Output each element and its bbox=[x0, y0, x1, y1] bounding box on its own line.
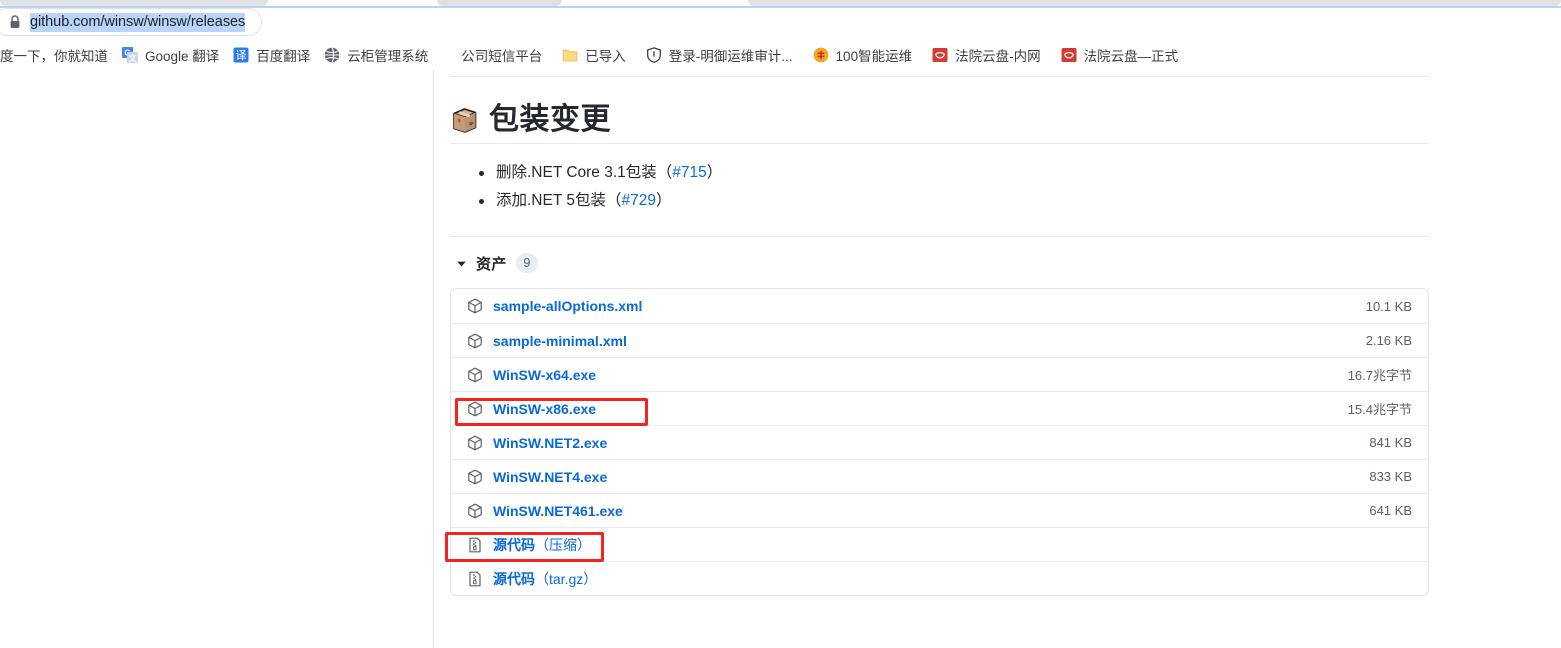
assets-section-header[interactable]: 资产 9 bbox=[456, 252, 538, 274]
file-zip-icon bbox=[469, 537, 481, 552]
change-suffix: ） bbox=[655, 192, 672, 209]
issue-link[interactable]: #715 bbox=[672, 164, 706, 181]
change-text: 添加.NET 5包装（ bbox=[496, 192, 622, 209]
page-title: 包装变更 bbox=[450, 100, 611, 140]
baidu-translate-icon: 译 bbox=[233, 47, 249, 63]
change-text: 删除.NET Core 3.1包装（ bbox=[496, 164, 673, 181]
page-title-text: 包装变更 bbox=[489, 103, 611, 136]
bookmark-folder-imported[interactable]: 已导入 bbox=[555, 43, 633, 67]
address-bar[interactable]: github.com/winsw/winsw/releases bbox=[0, 8, 262, 36]
section-divider bbox=[450, 236, 1429, 237]
asset-format-label: （tar.gz） bbox=[535, 570, 598, 587]
table-row[interactable]: WinSW.NET4.exe 833 KB bbox=[451, 459, 1428, 493]
issue-link[interactable]: #729 bbox=[621, 192, 655, 209]
lock-icon[interactable] bbox=[9, 15, 21, 29]
asset-size: 10.1 KB bbox=[1365, 298, 1412, 314]
asset-source-label: 源代码 bbox=[493, 570, 535, 587]
shield-icon bbox=[646, 47, 661, 63]
table-row[interactable]: WinSW-x64.exe 16.7兆字节 bbox=[451, 357, 1428, 391]
bookmark-court-cloud-official[interactable]: 法院云盘—正式 bbox=[1054, 43, 1186, 67]
table-row[interactable]: WinSW-x86.exe 15.4兆字节 bbox=[451, 391, 1428, 425]
asset-size: 2.16 KB bbox=[1365, 333, 1412, 348]
google-translate-icon: G 文 bbox=[122, 47, 138, 63]
package-box-icon bbox=[468, 333, 482, 348]
heading-underline bbox=[450, 143, 1429, 144]
red-square-icon bbox=[932, 48, 948, 62]
bookmark-google-translate[interactable]: G 文 Google 翻译 bbox=[115, 43, 226, 67]
asset-name-link[interactable]: 源代码（压缩） bbox=[493, 535, 1412, 555]
bookmark-100-ops[interactable]: 100智能运维 bbox=[806, 43, 920, 67]
bookmark-label: 百度翻译 bbox=[256, 49, 311, 64]
package-box-icon bbox=[468, 469, 482, 484]
orange-circle-icon bbox=[813, 47, 828, 63]
chevron-down-icon[interactable] bbox=[456, 258, 467, 269]
bookmark-label: 法院云盘—正式 bbox=[1083, 49, 1179, 64]
change-suffix: ） bbox=[706, 164, 723, 181]
asset-name-link[interactable]: sample-minimal.xml bbox=[493, 333, 1366, 349]
bookmark-label: Google 翻译 bbox=[145, 49, 220, 64]
folder-icon bbox=[563, 49, 578, 62]
svg-text:文: 文 bbox=[129, 53, 138, 63]
omnibox-row: github.com/winsw/winsw/releases bbox=[0, 8, 1561, 36]
package-box-icon bbox=[468, 367, 482, 382]
asset-name-link[interactable]: sample-allOptions.xml bbox=[493, 298, 1366, 314]
asset-name-link[interactable]: WinSW-x64.exe bbox=[493, 367, 1348, 383]
bookmark-label: 已导入 bbox=[585, 49, 626, 64]
asset-name-link[interactable]: WinSW.NET461.exe bbox=[493, 503, 1369, 519]
bookmark-label: 100智能运维 bbox=[835, 49, 913, 64]
bookmark-label: 法院云盘-内网 bbox=[955, 49, 1041, 64]
asset-name-link[interactable]: WinSW-x86.exe bbox=[493, 401, 1348, 417]
package-box-icon bbox=[468, 435, 482, 450]
table-row[interactable]: sample-allOptions.xml 10.1 KB bbox=[451, 289, 1428, 323]
asset-size: 15.4兆字节 bbox=[1347, 402, 1412, 417]
address-bar-url[interactable]: github.com/winsw/winsw/releases bbox=[30, 12, 245, 32]
content-divider bbox=[433, 70, 434, 648]
tab-strip bbox=[0, 0, 1561, 8]
asset-size: 641 KB bbox=[1369, 503, 1412, 518]
table-row[interactable]: sample-minimal.xml 2.16 KB bbox=[451, 323, 1428, 357]
asset-name-link[interactable]: 源代码（tar.gz） bbox=[493, 569, 1412, 589]
asset-format-label: （压缩） bbox=[535, 536, 591, 553]
asset-size: 841 KB bbox=[1369, 435, 1412, 450]
bookmark-label: 登录-明御运维审计... bbox=[668, 49, 793, 64]
file-zip-icon bbox=[469, 571, 481, 586]
assets-count-badge: 9 bbox=[515, 253, 538, 273]
bookmark-label: 度一下，你就知道 bbox=[0, 49, 108, 64]
bookmark-mingyu-audit[interactable]: 登录-明御运维审计... bbox=[639, 43, 800, 67]
table-row[interactable]: 源代码（tar.gz） bbox=[451, 561, 1428, 595]
asset-name-link[interactable]: WinSW.NET2.exe bbox=[493, 435, 1369, 451]
changes-list: 删除.NET Core 3.1包装（#715） 添加.NET 5包装（#729） bbox=[475, 159, 722, 215]
bookmark-baidu-translate[interactable]: 译 百度翻译 bbox=[226, 43, 317, 67]
bookmark-court-cloud-intranet[interactable]: 法院云盘-内网 bbox=[925, 43, 1048, 67]
assets-title: 资产 bbox=[476, 255, 507, 273]
table-row[interactable]: WinSW.NET2.exe 841 KB bbox=[451, 425, 1428, 459]
section-divider bbox=[450, 76, 1429, 77]
clipped-text-above-heading bbox=[450, 70, 1429, 74]
globe-icon bbox=[325, 47, 340, 63]
bookmark-sms-platform[interactable]: 公司短信平台 bbox=[454, 43, 549, 67]
list-item: 添加.NET 5包装（#729） bbox=[475, 187, 722, 215]
package-box-icon bbox=[468, 503, 482, 518]
asset-size: 833 KB bbox=[1369, 469, 1412, 484]
page-left-gutter bbox=[0, 70, 433, 648]
bookmark-label: 公司短信平台 bbox=[461, 49, 543, 64]
bookmark-yungui[interactable]: 云柜管理系统 bbox=[317, 43, 435, 67]
list-item: 删除.NET Core 3.1包装（#715） bbox=[475, 159, 722, 187]
table-row[interactable]: WinSW.NET461.exe 641 KB bbox=[451, 493, 1428, 527]
asset-name-link[interactable]: WinSW.NET4.exe bbox=[493, 469, 1369, 485]
package-box-icon bbox=[468, 401, 482, 416]
asset-source-label: 源代码 bbox=[493, 536, 535, 553]
assets-table: sample-allOptions.xml 10.1 KB sample-min… bbox=[450, 288, 1429, 596]
browser-chrome: github.com/winsw/winsw/releases 度一下，你就知道… bbox=[0, 0, 1561, 72]
page-viewport: 包装变更 删除.NET Core 3.1包装（#715） 添加.NET 5包装（… bbox=[0, 70, 1561, 648]
package-emoji-icon bbox=[453, 108, 477, 133]
table-row[interactable]: 源代码（压缩） bbox=[451, 527, 1428, 561]
bookmarks-bar: 度一下，你就知道 G 文 Google 翻译 译 百度翻译 云柜管理系统 bbox=[0, 41, 1561, 69]
bookmark-label: 云柜管理系统 bbox=[347, 49, 429, 64]
package-box-icon bbox=[468, 298, 482, 314]
red-square-icon bbox=[1061, 48, 1077, 62]
asset-size: 16.7兆字节 bbox=[1347, 368, 1412, 383]
bookmark-baidu[interactable]: 度一下，你就知道 bbox=[0, 43, 115, 67]
svg-text:译: 译 bbox=[236, 49, 247, 62]
